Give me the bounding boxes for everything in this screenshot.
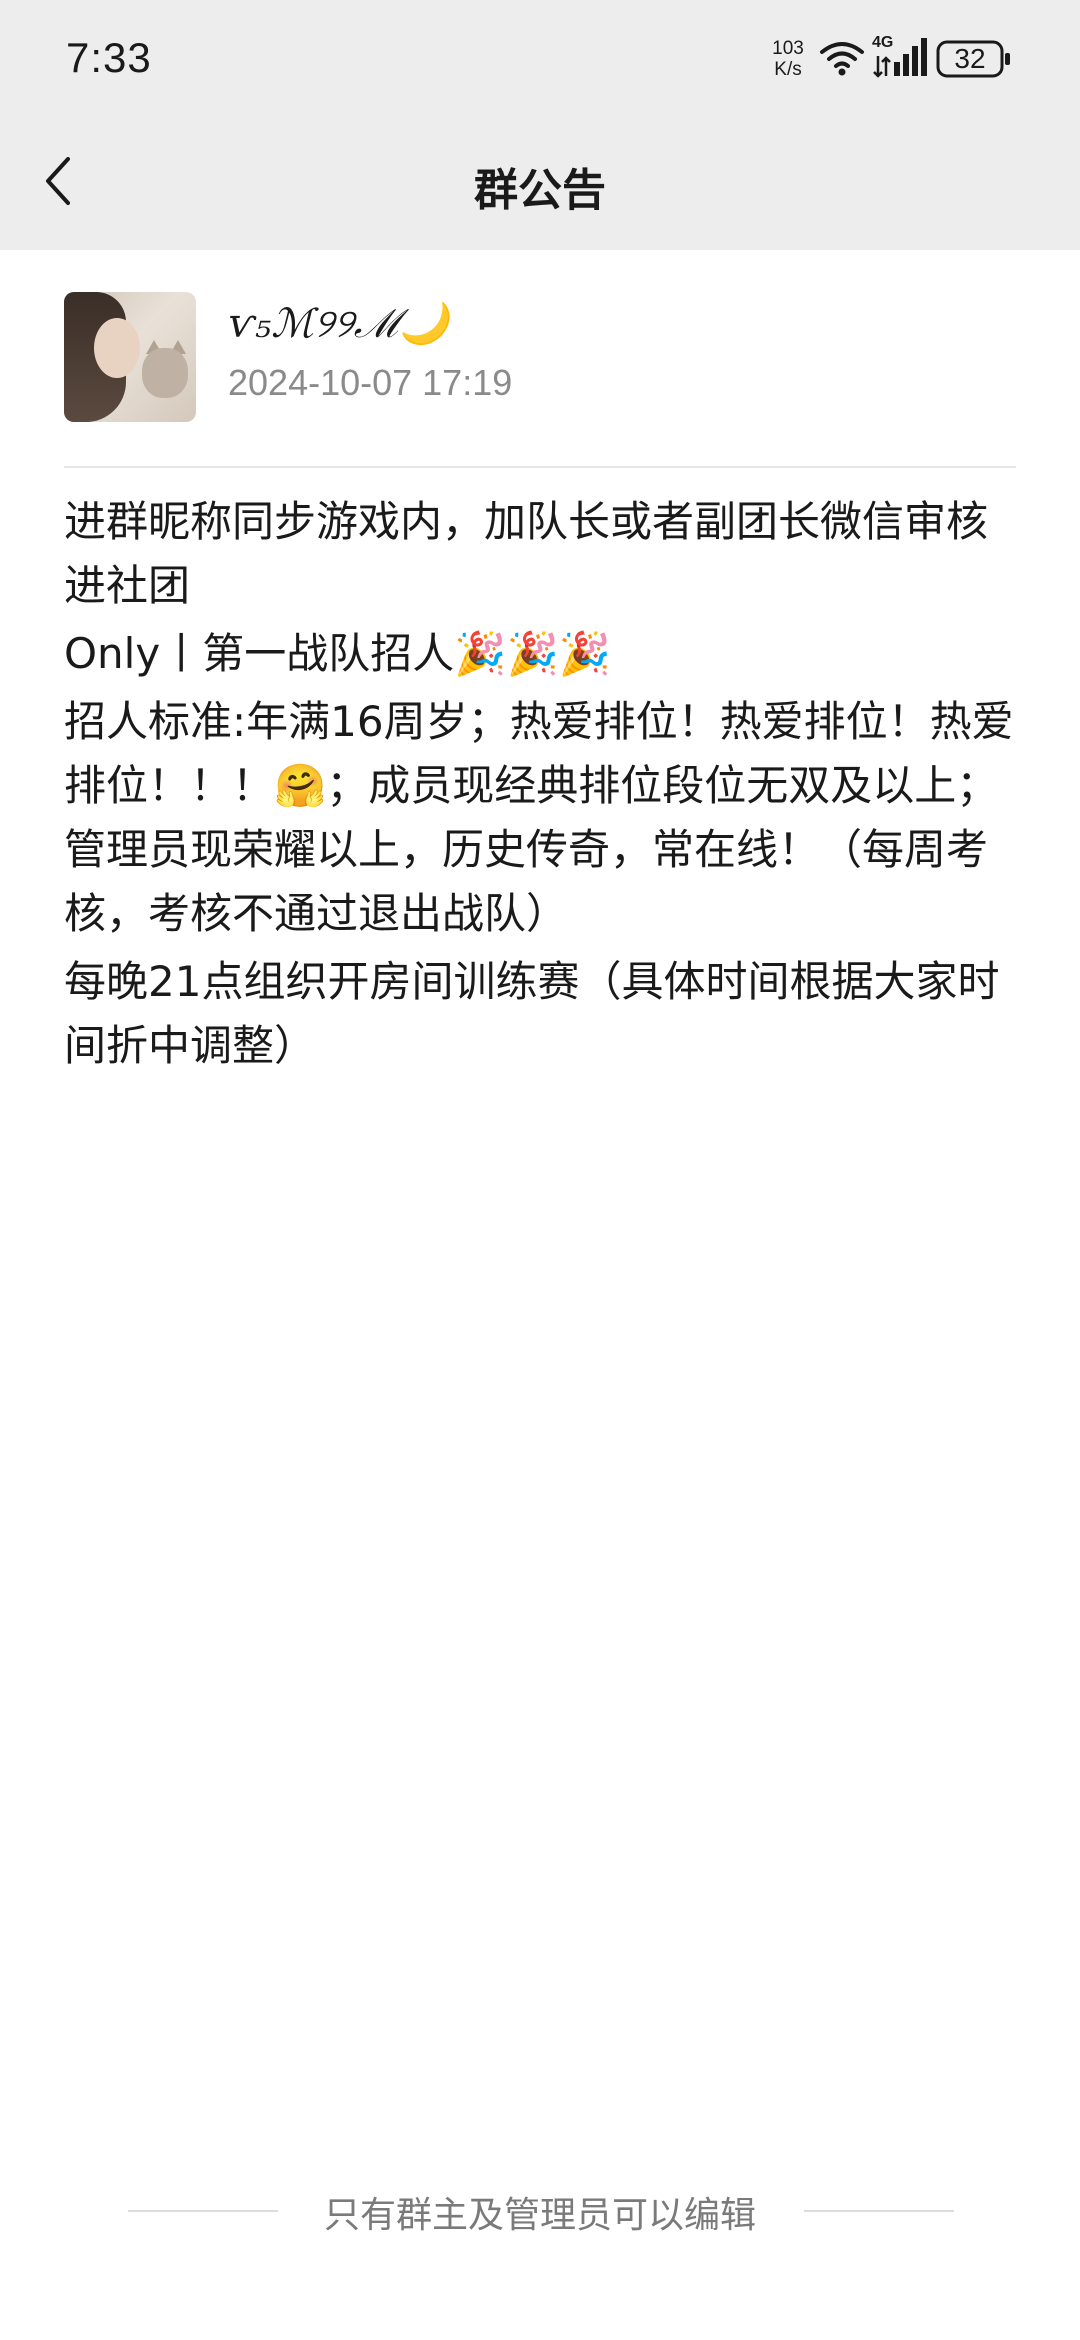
- avatar[interactable]: [64, 292, 196, 422]
- battery-level: 32: [954, 43, 986, 74]
- status-bar: 7:33 103 K/s 4G 32: [0, 0, 1080, 120]
- divider: [804, 2210, 954, 2212]
- author-name[interactable]: ѵ₅ℳ୨୨ℳ🌙: [228, 300, 448, 347]
- announcement-paragraph: 每晚21点组织开房间训练赛（具体时间根据大家时间折中调整）: [64, 957, 1000, 1070]
- navigation-bar: 群公告: [0, 120, 1080, 250]
- signal-icon: [873, 38, 927, 78]
- footer-note: 只有群主及管理员可以编辑: [323, 2195, 756, 2236]
- post-timestamp: 2024-10-07 17:19: [228, 362, 513, 403]
- announcement-author: ѵ₅ℳ୨୨ℳ🌙 2024-10-07 17:19: [64, 292, 1016, 468]
- announcement-content: 进群昵称同步游戏内，加队长或者副团长微信审核进社团 Only丨第一战队招人🎉🎉🎉…: [64, 490, 1016, 1078]
- announcement-paragraph: Only丨第一战队招人🎉🎉🎉: [64, 629, 612, 678]
- wifi-icon: [820, 42, 864, 76]
- announcement-paragraph: 招人标准:年满16周岁；热爱排位！热爱排位！热爱排位！！！🤗；成员现经典排位段位…: [64, 697, 1014, 938]
- network-speed-unit: K/s: [774, 59, 802, 80]
- status-time: 7:33: [66, 34, 152, 81]
- edit-permission-note: 只有群主及管理员可以编辑: [0, 2176, 1080, 2246]
- page-title: 群公告: [474, 165, 606, 216]
- group-announcement-screen: 7:33 103 K/s 4G 32 群公告 ѵ₅ℳ୨୨ℳ🌙 2024-10-0…: [0, 0, 1080, 2340]
- network-speed-value: 103: [772, 38, 804, 59]
- network-speed: 103 K/s: [766, 38, 810, 80]
- announcement-paragraph: 进群昵称同步游戏内，加队长或者副团长微信审核进社团: [64, 497, 989, 610]
